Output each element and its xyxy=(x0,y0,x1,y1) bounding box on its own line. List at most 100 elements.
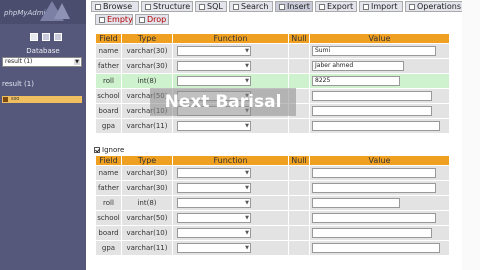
ignore-checkbox[interactable]: Ignore xyxy=(94,146,124,154)
field-name: roll xyxy=(96,196,121,210)
function-select[interactable]: ▼ xyxy=(177,76,251,86)
function-cell: ▼ xyxy=(173,59,288,73)
database-select-value: result (1) xyxy=(5,58,33,65)
value-cell xyxy=(310,211,449,225)
phpmyadmin-logo[interactable]: phpMyAdmin xyxy=(0,0,86,24)
tab-sql[interactable]: SQL xyxy=(195,1,227,12)
value-header: Value xyxy=(310,156,449,165)
structure-icon xyxy=(145,3,151,10)
tab-label: Drop xyxy=(147,15,167,24)
null-cell xyxy=(289,181,309,195)
null-header: Null xyxy=(289,156,309,165)
value-input[interactable]: Sumi xyxy=(312,46,436,56)
import-icon xyxy=(363,3,369,10)
tab-operations[interactable]: Operations xyxy=(405,1,463,12)
function-cell: ▼ xyxy=(173,196,288,210)
function-select[interactable]: ▼ xyxy=(177,228,251,238)
table-icon xyxy=(3,97,8,102)
value-cell xyxy=(310,104,449,118)
database-title[interactable]: result (1) xyxy=(2,80,34,88)
tab-browse[interactable]: Browse xyxy=(91,1,139,12)
value-input[interactable] xyxy=(312,213,436,223)
tab-structure[interactable]: Structure xyxy=(141,1,193,12)
tab-drop[interactable]: Drop xyxy=(135,14,169,25)
header-row: Field Type Function Null Value xyxy=(96,156,449,165)
tab-label: Import xyxy=(371,2,398,11)
value-input[interactable] xyxy=(312,168,436,178)
field-type: varchar(30) xyxy=(122,59,172,73)
field-type: int(8) xyxy=(122,196,172,210)
function-select[interactable]: ▼ xyxy=(177,168,251,178)
field-name: father xyxy=(96,59,121,73)
function-cell: ▼ xyxy=(173,119,288,133)
null-cell xyxy=(289,119,309,133)
tab-label: Operations xyxy=(417,2,461,11)
function-select[interactable]: ▼ xyxy=(177,213,251,223)
operations-icon xyxy=(409,3,415,10)
null-cell xyxy=(289,74,309,88)
function-header: Function xyxy=(173,34,288,43)
function-select[interactable]: ▼ xyxy=(177,61,251,71)
function-cell: ▼ xyxy=(173,74,288,88)
field-name: board xyxy=(96,104,121,118)
database-select[interactable]: result (1) ▼ xyxy=(2,57,82,67)
value-input[interactable] xyxy=(312,183,436,193)
value-input[interactable] xyxy=(312,121,440,131)
tab-import[interactable]: Import xyxy=(359,1,403,12)
value-cell xyxy=(310,89,449,103)
field-name: board xyxy=(96,226,121,240)
chevron-down-icon: ▼ xyxy=(245,185,249,191)
field-type: int(8) xyxy=(122,74,172,88)
field-name: gpa xyxy=(96,241,121,255)
function-cell: ▼ xyxy=(173,44,288,58)
field-type: varchar(30) xyxy=(122,44,172,58)
export-icon xyxy=(319,3,325,10)
field-name: school xyxy=(96,89,121,103)
tab-insert[interactable]: Insert xyxy=(275,1,313,12)
function-select[interactable]: ▼ xyxy=(177,46,251,56)
function-select[interactable]: ▼ xyxy=(177,121,251,131)
tab-bar: Browse Structure SQL Search Insert Expor… xyxy=(91,1,480,29)
function-select[interactable]: ▼ xyxy=(177,198,251,208)
field-header: Field xyxy=(96,156,121,165)
null-header: Null xyxy=(289,34,309,43)
query-window-icon[interactable] xyxy=(42,33,50,41)
insert-icon xyxy=(279,3,285,10)
field-name: gpa xyxy=(96,119,121,133)
table-row: name varchar(30) ▼ xyxy=(96,166,449,180)
value-input[interactable] xyxy=(312,106,432,116)
null-cell xyxy=(289,211,309,225)
database-label: Database xyxy=(26,47,60,55)
function-header: Function xyxy=(173,156,288,165)
scrollbar[interactable] xyxy=(462,0,480,270)
table-item-sso[interactable]: sso xyxy=(2,96,82,103)
tab-empty[interactable]: Empty xyxy=(95,14,133,25)
value-cell xyxy=(310,241,449,255)
home-icon[interactable] xyxy=(30,33,38,41)
type-header: Type xyxy=(122,156,172,165)
value-input[interactable] xyxy=(312,243,440,253)
value-input[interactable] xyxy=(312,198,400,208)
documentation-icon[interactable] xyxy=(54,33,62,41)
tab-label: Search xyxy=(241,2,269,11)
null-cell xyxy=(289,226,309,240)
value-input[interactable]: 8225 xyxy=(312,76,400,86)
field-header: Field xyxy=(96,34,121,43)
chevron-down-icon: ▼ xyxy=(245,170,249,176)
function-select[interactable]: ▼ xyxy=(177,243,251,253)
sail-icon-small xyxy=(54,3,70,19)
function-select[interactable]: ▼ xyxy=(177,183,251,193)
value-input[interactable] xyxy=(312,91,432,101)
value-input[interactable]: Jaber ahmed xyxy=(312,61,404,71)
null-cell xyxy=(289,59,309,73)
value-cell: Jaber ahmed xyxy=(310,59,449,73)
table-row: name varchar(30) ▼ Sumi xyxy=(96,44,449,58)
tab-export[interactable]: Export xyxy=(315,1,357,12)
navigation-panel: phpMyAdmin Database result (1) ▼ result … xyxy=(0,0,86,270)
function-cell: ▼ xyxy=(173,181,288,195)
tab-search[interactable]: Search xyxy=(229,1,273,12)
function-cell: ▼ xyxy=(173,166,288,180)
value-input[interactable] xyxy=(312,228,432,238)
insert-form-2: Field Type Function Null Value name varc… xyxy=(95,155,450,256)
field-type: varchar(30) xyxy=(122,181,172,195)
